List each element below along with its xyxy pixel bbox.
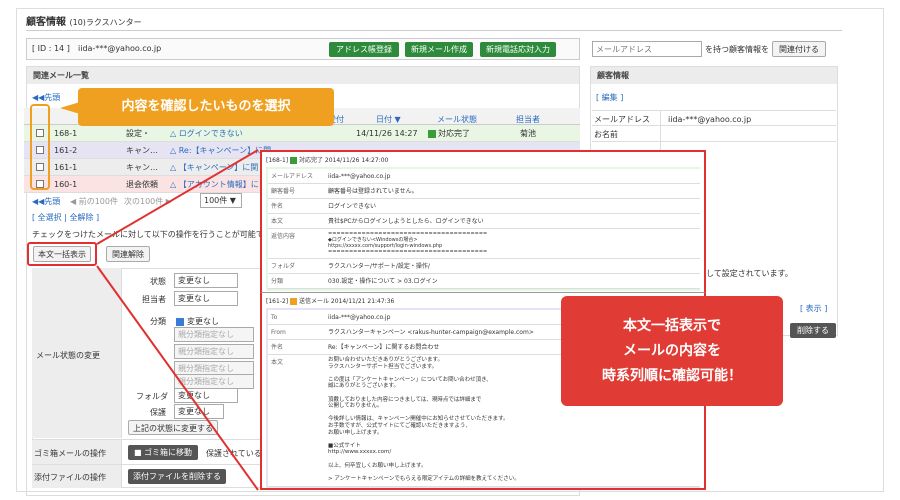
- ov-label: 顧客番号: [271, 188, 296, 195]
- mail-body-line: お願い申し上げます。: [328, 429, 383, 436]
- mail-icon: [290, 298, 298, 305]
- overlay2-status: 送信メール: [298, 298, 329, 305]
- overlay1-row: 本文 貴社$PCからログインしようとしたら、ログインできない: [268, 214, 700, 229]
- mail-body-line: ■公式サイト: [328, 442, 361, 449]
- callout-bulk-line: 時系列順に確認可能！: [602, 368, 742, 384]
- ov-value: 貴社$PCからログインしようとしたら、ログインできない: [328, 218, 484, 225]
- overlay2-date: 2014/11/21 21:47:36: [330, 298, 395, 305]
- callout-bulk-line: 本文一括表示で: [623, 318, 721, 334]
- ov-label: To: [271, 314, 278, 321]
- mail-body-line: [328, 469, 568, 476]
- mail-body-line: [328, 370, 568, 377]
- ov-label: 件名: [271, 344, 284, 351]
- overlay1-row: 件名 ログインできない: [268, 199, 700, 214]
- overlay1-date: 2014/11/26 14:27:00: [324, 157, 389, 164]
- mail-body-line: [328, 456, 568, 463]
- overlay2-body-text: お問い合わせいただきありがとうございます。 ラクスハンターサポート担当でございます…: [328, 357, 568, 482]
- overlay1-id: [168-1]: [266, 157, 289, 164]
- mail-body-line: [328, 436, 568, 443]
- overlay2-id: [161-2]: [266, 298, 289, 305]
- ov-label: 本文: [271, 218, 284, 225]
- ov-label: From: [271, 329, 286, 336]
- ov-value: 030.設定・操作について > 03.ログイン: [328, 278, 438, 285]
- ov-value: iida-***@yahoo.co.jp: [328, 173, 391, 180]
- ov-label: フォルダ: [271, 263, 296, 270]
- overlay1-row: 返信内容 ====================================…: [268, 229, 700, 267]
- mail-body-line: 以上、何卒宜しくお願い申し上げます。: [328, 462, 427, 469]
- ov-label: 本文: [271, 359, 284, 366]
- overlay1-status: 対応完了: [298, 157, 323, 164]
- ov-label: 分類: [271, 278, 284, 285]
- mail-body-line: http://www.xxxxx.com/: [328, 449, 392, 456]
- mail-body-line: 誠にありがとうございます。: [328, 383, 399, 390]
- mail-body-line: お問い合わせいただきありがとうございます。: [328, 357, 443, 363]
- ov-label: 件名: [271, 203, 284, 210]
- ov-value: ログインできない: [328, 203, 377, 210]
- mail-body-line: > アンケートキャンペーンでもらえる限定アイテムの詳細を教えてください。: [328, 475, 520, 482]
- mail-body-line: 今後詳しい情報は、キャンペーン開催中にお知らせさせていただきます。: [328, 416, 509, 423]
- check-icon: [290, 157, 298, 164]
- callout-select-text: 内容を確認したいものを選択: [121, 99, 291, 114]
- overlay1-row: 分類 030.設定・操作について > 03.ログイン: [268, 274, 700, 289]
- callout-bulk: 本文一括表示で メールの内容を 時系列順に確認可能！: [561, 296, 783, 406]
- callout-select: 内容を確認したいものを選択: [78, 88, 334, 126]
- overlay1-head: [168-1] 対応完了 2014/11/26 14:27:00: [266, 155, 698, 167]
- mail-body-line: [328, 390, 568, 397]
- mail-body-line: ラクスハンターサポート担当でございます。: [328, 363, 438, 370]
- ov-value: ラクスハンター/サポート/設定・操作/: [328, 263, 430, 270]
- ov-label: 返信内容: [271, 233, 296, 240]
- callout-select-pointer: [60, 102, 80, 114]
- overlay1-row: メールアドレス iida-***@yahoo.co.jp: [268, 169, 700, 184]
- callout-bulk-line: メールの内容を: [623, 343, 721, 359]
- overlay1-row: 顧客番号 顧客番号は登録されていません。: [268, 184, 700, 199]
- mail-body-line: 公開しておりません。: [328, 403, 383, 410]
- mail-body-line: お手数ですが、公式サイトにてご確認いただきますよう、: [328, 422, 471, 429]
- ov-label: メールアドレス: [271, 173, 314, 180]
- ov-value: 顧客番号は登録されていません。: [328, 188, 418, 195]
- overlay1-row: フォルダ ラクスハンター/サポート/設定・操作/: [268, 259, 700, 274]
- bulk-mail-overlay-1: [168-1] 対応完了 2014/11/26 14:27:00 メールアドレス…: [260, 150, 706, 292]
